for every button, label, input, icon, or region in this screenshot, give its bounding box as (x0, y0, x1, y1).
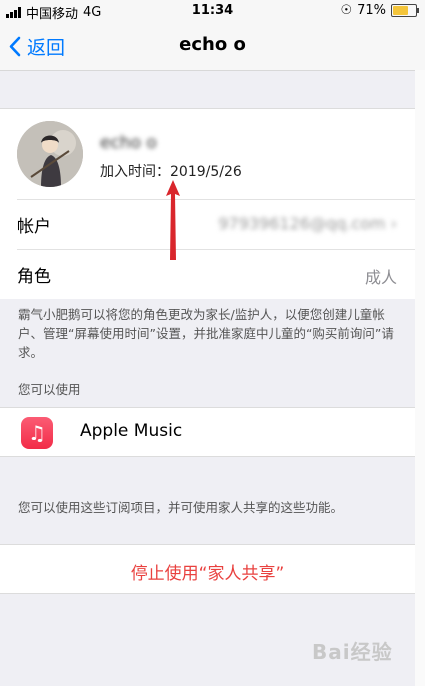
avatar (17, 121, 83, 187)
annotation-arrow (166, 180, 180, 260)
watermark: Bai经验 (312, 640, 393, 664)
divider (17, 199, 415, 200)
service-label: Apple Music (80, 421, 183, 441)
can-use-header: 您可以使用 (18, 382, 81, 397)
account-value: 979396126@qq.com › (218, 214, 397, 233)
account-row[interactable]: 帐户 979396126@qq.com › (0, 199, 415, 249)
orientation-lock-icon: ☉ (340, 3, 353, 18)
profile-card: echo o 加入时间：2019/5/26 (0, 108, 415, 199)
role-description: 霸气小肥鹅可以将您的角色更改为家长/监护人，以便您创建儿童帐户、管理“屏幕使用时… (18, 307, 394, 360)
stop-family-sharing-button[interactable]: 停止使用“家人共享” (0, 544, 415, 594)
account-label: 帐户 (17, 217, 51, 237)
role-value: 成人 (364, 268, 397, 287)
subscriptions-note: 您可以使用这些订阅项目，并可使用家人共享的这些功能。 (18, 500, 344, 515)
battery-percent: 71% (357, 3, 386, 18)
role-row[interactable]: 角色 成人 (0, 249, 415, 299)
status-bar: 中国移动 4G 11:34 ☉ 71% (0, 0, 425, 22)
profile-name: echo o (100, 133, 157, 153)
apple-music-row[interactable]: ♫ Apple Music (0, 407, 415, 457)
divider (17, 249, 415, 250)
battery-icon (391, 4, 419, 17)
screen-edge (415, 70, 425, 686)
page-title: echo o (179, 34, 246, 55)
stop-sharing-label: 停止使用“家人共享” (130, 564, 285, 584)
navigation-bar: 返回 echo o (0, 22, 425, 71)
music-note-icon: ♫ (21, 417, 53, 449)
role-label: 角色 (17, 267, 51, 287)
